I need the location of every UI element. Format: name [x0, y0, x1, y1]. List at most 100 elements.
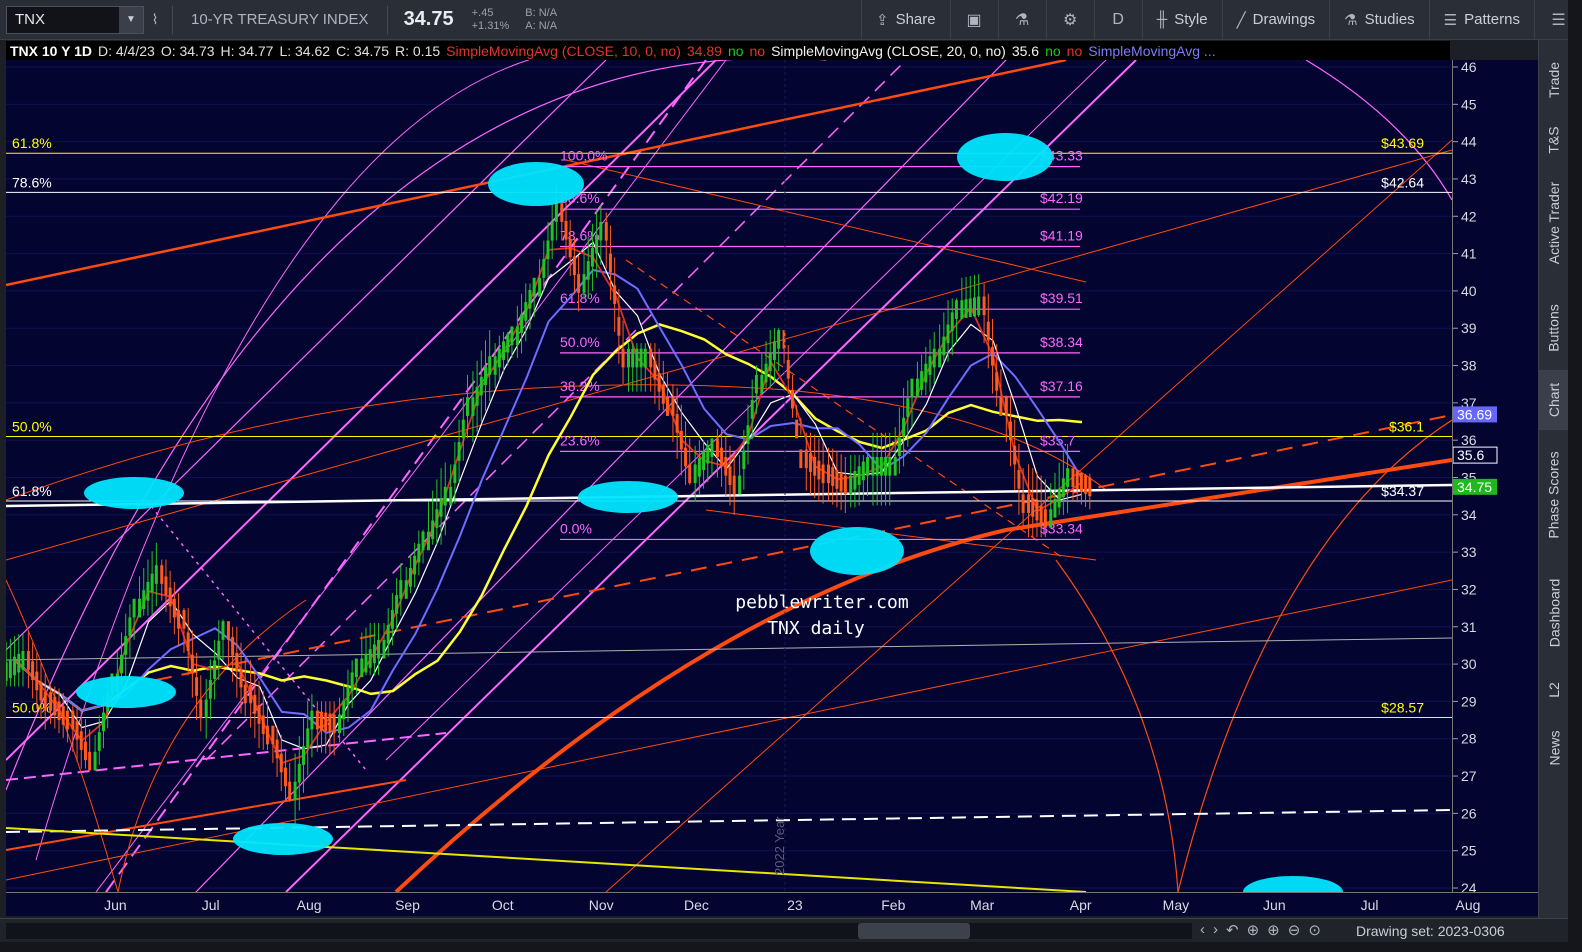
time-axis-canvas: Jun Jul Aug Sep Oct Nov Dec 23 Feb Mar Apr May Jun Ju…: [104, 897, 1480, 913]
window-frame-bottom: [0, 942, 1568, 952]
candle-body: [426, 531, 430, 551]
chevron-down-icon[interactable]: ▼: [119, 6, 143, 33]
sma3-label[interactable]: SimpleMovingAvg ...: [1088, 43, 1215, 59]
fib-retracement-label: 38.2%: [560, 378, 600, 394]
candle-body: [338, 714, 342, 734]
tab-active-trader[interactable]: Active Trader: [1539, 160, 1569, 285]
tab-trade[interactable]: Trade: [1539, 40, 1569, 120]
candle-body: [839, 472, 843, 492]
candle-body: [1031, 498, 1035, 517]
symbol-input[interactable]: TNX ▼: [6, 5, 144, 34]
price-chart[interactable]: 61.8% $43.69 78.6% $42.64 50.0% $36.1 61.8% $34…: [6, 60, 1452, 892]
candle-body: [1079, 472, 1083, 492]
style-button[interactable]: ╫ Style: [1141, 0, 1222, 40]
highlight-ellipse: [76, 676, 176, 708]
candle-body: [306, 728, 310, 748]
candle-body: [279, 753, 283, 773]
sma10-label[interactable]: SimpleMovingAvg (CLOSE, 10, 0, no): [446, 43, 681, 59]
candle-body: [554, 203, 558, 222]
candle-body: [413, 555, 417, 575]
tab-news[interactable]: News: [1539, 715, 1569, 780]
price-axis[interactable]: 46 45 44 43 42 41 40 39 38 37 36 35 34 33 32 31 30 29 28 27…: [1452, 59, 1538, 896]
candle-body: [750, 400, 754, 419]
zoom-out-icon[interactable]: ⊖: [1288, 921, 1301, 939]
time-scroll-thumb[interactable]: [858, 923, 970, 939]
candle-body: [93, 751, 97, 771]
fib-retracement-price: $39.51: [1040, 290, 1083, 306]
candle-body: [164, 576, 168, 596]
patterns-button[interactable]: ☰ Patterns: [1428, 0, 1534, 40]
undo-icon[interactable]: ↶: [1226, 921, 1239, 939]
scroll-left-icon[interactable]: ‹: [1200, 921, 1205, 939]
zoom-reset-icon[interactable]: ⊙: [1308, 921, 1321, 939]
drawings-button[interactable]: ╱ Drawings: [1221, 0, 1330, 40]
candle-body: [977, 296, 981, 316]
candle-body: [453, 464, 457, 484]
candle-body: [631, 348, 635, 368]
tab-dashboard[interactable]: Dashboard: [1539, 560, 1569, 665]
candle-body: [199, 699, 203, 719]
candle-body: [884, 456, 888, 476]
candle-body: [439, 498, 443, 517]
time-tick-label: Jul: [202, 897, 220, 913]
candle-body: [101, 712, 105, 732]
fib-retracement-price: $41.19: [1040, 228, 1083, 244]
candle-body: [449, 486, 453, 506]
symbol-description: 10-YR TREASURY INDEX: [191, 11, 369, 28]
studies-button[interactable]: ⚗ Studies: [1329, 0, 1429, 40]
right-tab-strip: Trade T&S Active Trader Buttons Chart Phase S…: [1538, 40, 1569, 940]
candle-body: [510, 326, 514, 346]
time-scroll-track[interactable]: [6, 923, 1192, 939]
tab-label: Trade: [1546, 61, 1562, 99]
chart-canvas[interactable]: 61.8% $43.69 78.6% $42.64 50.0% $36.1 61.8% $34…: [6, 60, 1452, 892]
tab-buttons[interactable]: Buttons: [1539, 285, 1569, 370]
cycle-arc: [1055, 559, 1179, 892]
candle-body: [586, 261, 590, 280]
candle-body: [515, 326, 519, 346]
candle-body: [613, 285, 617, 304]
tab-chart[interactable]: Chart: [1539, 370, 1569, 430]
fan-arc: [35, 60, 706, 861]
candle-body: [1021, 494, 1025, 513]
trend-channel-line: [195, 60, 1007, 892]
flask-button[interactable]: ⚗: [997, 0, 1046, 40]
time-tick-label: 23: [787, 897, 803, 913]
candle-body: [26, 651, 30, 670]
price-tick-label: 25: [1461, 843, 1477, 859]
zoom-in-icon[interactable]: ⊕: [1267, 921, 1280, 939]
candle-body: [142, 590, 146, 610]
scroll-right-icon[interactable]: ›: [1213, 921, 1218, 939]
candle-body: [827, 464, 831, 484]
sma20-label[interactable]: SimpleMovingAvg (CLOSE, 20, 0, no): [771, 43, 1006, 59]
drawing-set-label[interactable]: Drawing set: 2023-0306: [1356, 923, 1505, 939]
candle-body: [310, 710, 314, 730]
candle-body: [902, 417, 906, 437]
aggregation-button[interactable]: D: [1093, 0, 1142, 40]
share-button[interactable]: ⇪ Share: [861, 0, 950, 40]
tab-t-s[interactable]: T&S: [1539, 120, 1569, 160]
candle-body: [920, 371, 924, 390]
share-label: Share: [895, 11, 936, 28]
candle-body: [21, 651, 25, 670]
candle-body: [75, 721, 79, 740]
candle-body: [657, 373, 661, 392]
tab-phase-scores[interactable]: Phase Scores: [1539, 430, 1569, 560]
settings-button[interactable]: ⚙: [1045, 0, 1094, 40]
candle-body: [950, 312, 954, 332]
crosshair-icon[interactable]: ⊕: [1247, 921, 1260, 939]
screenshot-button[interactable]: ▣: [949, 0, 998, 40]
candle-body: [502, 341, 506, 360]
tab-l2[interactable]: L2: [1539, 665, 1569, 715]
candle-body: [524, 302, 528, 321]
candle-body: [982, 296, 986, 316]
candle-body: [582, 274, 586, 293]
fib-level-price: $42.64: [1381, 174, 1424, 190]
candle-body: [857, 466, 861, 485]
candle-body: [475, 387, 479, 406]
link-icon[interactable]: ⌇: [144, 7, 166, 33]
time-axis[interactable]: Jun Jul Aug Sep Oct Nov Dec 23 Feb Mar Apr May Jun Ju…: [6, 892, 1538, 916]
candle-body: [1039, 505, 1043, 525]
candle-body: [160, 565, 164, 584]
sma20-value: 35.6: [1011, 43, 1040, 59]
watermark-title: TNX daily: [767, 618, 865, 639]
